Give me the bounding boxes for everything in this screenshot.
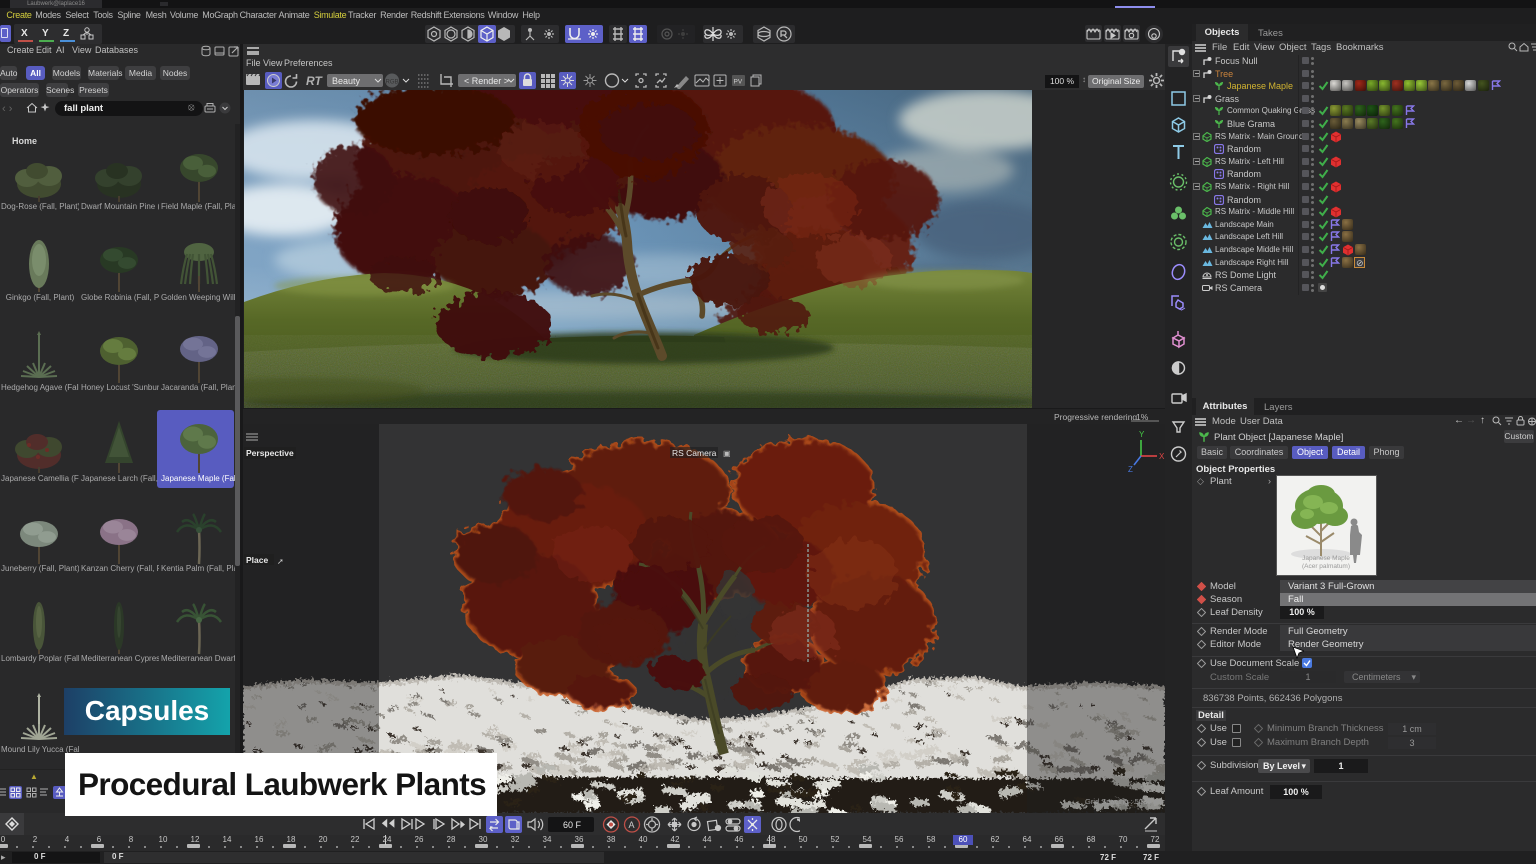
svg-text:(Acer palmatum): (Acer palmatum) (1302, 563, 1350, 570)
svg-text:Grid Spacing : 5000 km: Grid Spacing : 5000 km (1085, 797, 1163, 806)
svg-text:RT: RT (306, 74, 323, 88)
svg-text:▣: ▣ (723, 449, 731, 458)
svg-text:Perspective: Perspective (246, 448, 294, 458)
svg-text:RGB: RGB (386, 80, 399, 86)
svg-text:PV: PV (734, 79, 743, 86)
svg-text:Y: Y (1139, 430, 1145, 439)
svg-text:RS Camera: RS Camera (672, 448, 717, 458)
svg-text:60 F: 60 F (563, 820, 582, 830)
svg-text:Japanese Maple: Japanese Maple (1302, 555, 1350, 562)
svg-text:< Render >: < Render > (464, 76, 509, 86)
svg-text:Beauty: Beauty (332, 76, 361, 86)
svg-text:A: A (629, 820, 635, 830)
svg-text:Place: Place (246, 555, 268, 565)
svg-text:➚: ➚ (277, 557, 284, 566)
svg-text:Z: Z (1128, 465, 1133, 474)
